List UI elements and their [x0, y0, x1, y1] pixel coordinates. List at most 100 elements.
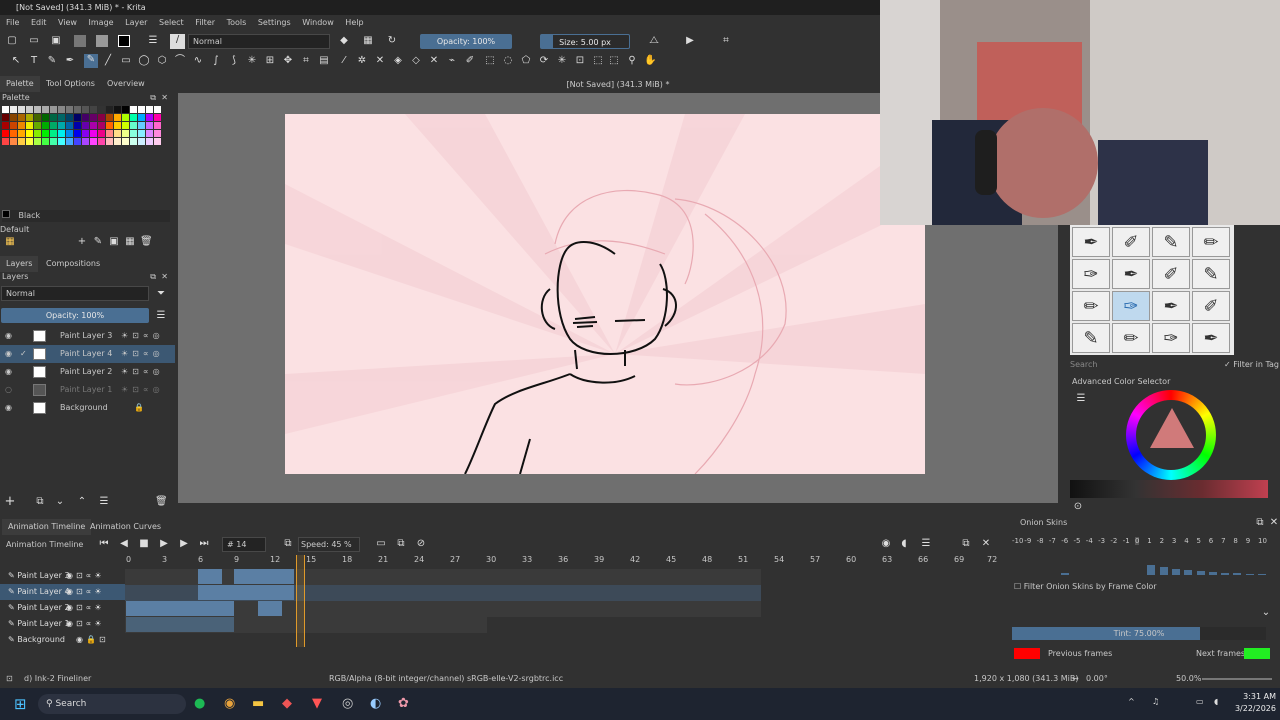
pattern-icon[interactable]: [96, 35, 108, 47]
palette-swatch[interactable]: [10, 130, 17, 137]
clock[interactable]: 3:31 AM 3/22/2026: [1230, 691, 1276, 715]
brush-preset-tile[interactable]: ✐: [1192, 291, 1230, 321]
folder-icon[interactable]: ▬: [252, 696, 264, 711]
palette-swatch[interactable]: [122, 138, 129, 145]
brush-preset-tile[interactable]: ✏: [1112, 323, 1150, 353]
float-icon[interactable]: ⧉: [1254, 517, 1266, 529]
text-tool-icon[interactable]: T: [28, 55, 40, 67]
palette-swatch[interactable]: [74, 114, 81, 121]
dynamic-brush-icon[interactable]: ⟆: [228, 55, 240, 67]
krita-icon[interactable]: ✿: [398, 696, 409, 711]
palette-swatch[interactable]: [146, 130, 153, 137]
onion-scale-label[interactable]: 0: [1135, 537, 1140, 545]
palette-swatch[interactable]: [138, 106, 145, 113]
tab-overview[interactable]: Overview: [101, 76, 151, 92]
menu-filter[interactable]: Filter: [195, 15, 215, 30]
zoom-slider[interactable]: [1202, 678, 1272, 680]
palette-swatch[interactable]: [34, 122, 41, 129]
zoom-value[interactable]: 50.0%: [1176, 670, 1201, 687]
audio-icon[interactable]: ⊘: [415, 538, 427, 550]
palette-swatch[interactable]: [50, 114, 57, 121]
palette-swatch[interactable]: [154, 138, 161, 145]
layer-row[interactable]: ◉ ✓ Paint Layer 4 ☀⊡∝◎: [0, 345, 175, 363]
volume-icon[interactable]: ◖: [898, 538, 910, 550]
color-picker-icon[interactable]: ⁄: [338, 55, 350, 67]
next-frame-icon[interactable]: ▶: [178, 538, 190, 550]
palette-swatch[interactable]: [90, 138, 97, 145]
playhead[interactable]: [296, 555, 305, 647]
calligraphy-icon[interactable]: ✒: [64, 55, 76, 67]
layer-row[interactable]: ◉ Paint Layer 3 ☀⊡∝◎: [0, 327, 175, 345]
chrome-icon[interactable]: ◉: [224, 696, 235, 711]
filter-onion-checkbox[interactable]: ☐ Filter Onion Skins by Frame Color: [1014, 581, 1157, 593]
delete-swatch-icon[interactable]: 🗑: [140, 236, 153, 248]
fill-tool-icon[interactable]: ◈: [392, 55, 404, 67]
brush-preset-tile[interactable]: ✏: [1072, 291, 1110, 321]
palette-swatch[interactable]: [10, 106, 17, 113]
timeline-layer-row[interactable]: ✎ Paint Layer 3 ◉⊡∝☀: [0, 568, 125, 584]
onion-scale-label[interactable]: 6: [1209, 537, 1213, 545]
onion-scale-label[interactable]: 1: [1147, 537, 1151, 545]
color-swatch-icon[interactable]: [118, 35, 130, 47]
palette-swatch[interactable]: [122, 130, 129, 137]
layer-properties-icon[interactable]: ☀⊡∝◎: [121, 363, 164, 381]
transform-tool-icon[interactable]: ⊞: [264, 55, 276, 67]
steam-icon[interactable]: ◐: [370, 696, 381, 711]
palette-swatch[interactable]: [130, 114, 137, 121]
crop-icon[interactable]: ⌗: [720, 35, 732, 47]
onion-opacity-bar[interactable]: [1233, 573, 1242, 575]
brush-preset-tile[interactable]: ✎: [1152, 227, 1190, 257]
gradient-tool-icon[interactable]: ▤: [318, 55, 330, 67]
palette-swatch[interactable]: [154, 106, 161, 113]
palette-swatch[interactable]: [2, 138, 9, 145]
palette-swatch[interactable]: [130, 130, 137, 137]
spotify-icon[interactable]: ●: [194, 696, 205, 711]
layer-properties-icon[interactable]: ☀⊡∝◎: [121, 381, 164, 399]
palette-swatch[interactable]: [82, 106, 89, 113]
palette-swatch[interactable]: [50, 122, 57, 129]
mirror-vertical-icon[interactable]: ▶: [684, 35, 696, 47]
palette-swatch[interactable]: [58, 130, 65, 137]
layer-blend-mode-select[interactable]: Normal: [1, 286, 149, 301]
palette-name[interactable]: Default: [0, 225, 29, 235]
close-icon[interactable]: ✕: [161, 92, 168, 104]
magnetic-select-icon[interactable]: ⬚: [608, 55, 620, 67]
palette-swatch[interactable]: [10, 114, 17, 121]
brush-preset-tile[interactable]: ✒: [1192, 323, 1230, 353]
layer-toggle-icons[interactable]: ◉⊡∝☀: [66, 584, 105, 600]
menu-icon[interactable]: ☰: [155, 310, 167, 322]
menu-layer[interactable]: Layer: [125, 15, 147, 30]
pin-icon[interactable]: ⊙: [1072, 501, 1084, 513]
brush-preset-tile[interactable]: ✎: [1192, 259, 1230, 289]
layer-toggle-icons[interactable]: ◉⊡∝☀: [66, 568, 105, 584]
crop-tool-icon[interactable]: ⌗: [300, 55, 312, 67]
save-palette-icon[interactable]: ▣: [108, 236, 120, 248]
pan-tool-icon[interactable]: ✋: [644, 55, 656, 67]
palette-swatch[interactable]: [34, 130, 41, 137]
freehand-select-icon[interactable]: ⟳: [538, 55, 550, 67]
palette-swatch[interactable]: [114, 122, 121, 129]
palette-swatch[interactable]: [82, 138, 89, 145]
palette-swatch[interactable]: [58, 106, 65, 113]
onion-scale-label[interactable]: 5: [1197, 537, 1201, 545]
chevron-up-icon[interactable]: ^: [1128, 697, 1135, 706]
bezier-select-icon[interactable]: ⬚: [592, 55, 604, 67]
menu-help[interactable]: Help: [345, 15, 363, 30]
edit-swatch-icon[interactable]: ✎: [92, 236, 104, 248]
menu-settings[interactable]: Settings: [258, 15, 291, 30]
layer-toggle-icons[interactable]: ◉🔒⊡: [76, 632, 109, 648]
onion-scale-label[interactable]: -10: [1012, 537, 1023, 545]
speed-field[interactable]: Speed: 45 %: [298, 537, 360, 552]
windows-start-icon[interactable]: ⊞: [14, 695, 27, 713]
palette-swatch[interactable]: [2, 122, 9, 129]
current-color-row[interactable]: Black: [2, 210, 170, 222]
palette-swatch[interactable]: [154, 114, 161, 121]
tab-tool-options[interactable]: Tool Options: [40, 76, 101, 92]
onion-scale-label[interactable]: 8: [1233, 537, 1237, 545]
filter-icon[interactable]: ⏷: [155, 288, 167, 300]
chevron-down-icon[interactable]: ⌄: [1260, 607, 1272, 619]
palette-swatch[interactable]: [98, 130, 105, 137]
move-up-icon[interactable]: ⌃: [76, 496, 88, 508]
palette-swatch[interactable]: [74, 106, 81, 113]
brave-icon[interactable]: ▼: [312, 696, 322, 711]
